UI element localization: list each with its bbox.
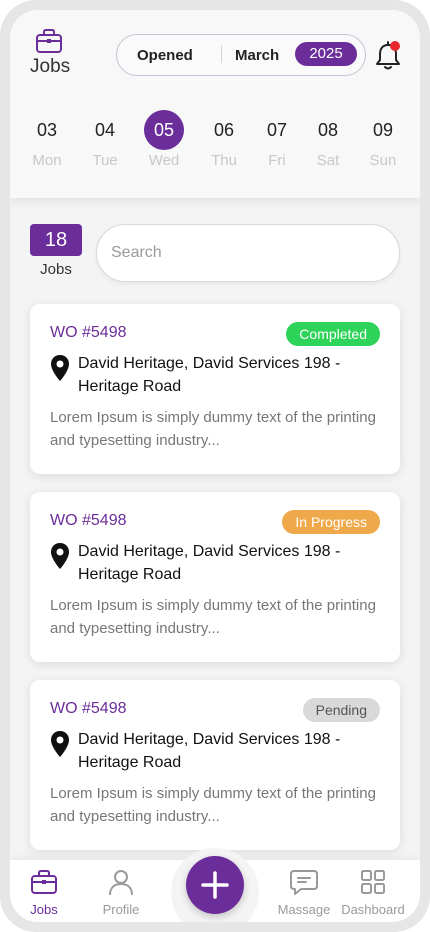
- phone-frame: Jobs Opened March 2025 03 Mon 04 Tue 05 …: [0, 0, 430, 932]
- calendar-day[interactable]: 06 Thu: [199, 110, 249, 169]
- calendar-day[interactable]: 04 Tue: [80, 110, 130, 169]
- nav-label: Jobs: [30, 902, 58, 917]
- page-title: Jobs: [30, 56, 71, 77]
- day-number: 05: [144, 110, 184, 150]
- status-filter[interactable]: Opened: [137, 47, 193, 64]
- day-number: 07: [266, 120, 288, 140]
- job-card[interactable]: WO #5498 Pending David Heritage, David S…: [30, 680, 400, 850]
- calendar-day[interactable]: 09 Sun: [358, 110, 408, 169]
- day-name: Mon: [32, 152, 62, 169]
- day-name: Tue: [92, 152, 118, 169]
- day-name: Sat: [316, 152, 340, 169]
- job-description: Lorem Ipsum is simply dummy text of the …: [50, 785, 376, 825]
- nav-item-jobs[interactable]: Jobs: [10, 860, 84, 922]
- day-number: 09: [372, 120, 394, 140]
- nav-label: Profile: [102, 902, 140, 917]
- job-card[interactable]: WO #5498 In Progress David Heritage, Dav…: [30, 492, 400, 662]
- location-pin-icon: [51, 731, 69, 757]
- user-icon: [109, 870, 133, 896]
- nav-item-dashboard[interactable]: Dashboard: [333, 860, 413, 922]
- day-name: Fri: [268, 152, 286, 169]
- job-address: David Heritage, David Services 198 - Her…: [78, 543, 341, 583]
- status-badge: In Progress: [282, 510, 380, 534]
- filter-divider: [221, 45, 222, 63]
- notification-dot: [390, 41, 400, 51]
- calendar-day[interactable]: 03 Mon: [22, 110, 72, 169]
- job-address: David Heritage, David Services 198 - Her…: [78, 731, 341, 771]
- job-card[interactable]: WO #5498 Completed David Heritage, David…: [30, 304, 400, 474]
- plus-icon: [201, 871, 229, 899]
- day-name: Wed: [148, 152, 180, 169]
- date-status-filter[interactable]: Opened March 2025: [116, 34, 366, 76]
- work-order-number: WO #5498: [50, 700, 127, 717]
- work-order-number: WO #5498: [50, 324, 127, 341]
- nav-label: Massage: [277, 902, 331, 917]
- day-number: 08: [317, 120, 339, 140]
- calendar-day[interactable]: 07 Fri: [252, 110, 302, 169]
- month-filter[interactable]: March: [235, 47, 279, 64]
- nav-item-profile[interactable]: Profile: [81, 860, 161, 922]
- job-address: David Heritage, David Services 198 - Her…: [78, 355, 341, 395]
- grid-icon: [361, 870, 385, 894]
- year-filter[interactable]: 2025: [295, 42, 357, 66]
- search-input[interactable]: [111, 239, 381, 267]
- day-name: Thu: [211, 152, 237, 169]
- app-screen: Jobs Opened March 2025 03 Mon 04 Tue 05 …: [10, 10, 420, 922]
- work-order-number: WO #5498: [50, 512, 127, 529]
- day-number: 04: [94, 120, 116, 140]
- job-description: Lorem Ipsum is simply dummy text of the …: [50, 597, 376, 637]
- calendar-day-selected[interactable]: 05 Wed: [139, 110, 189, 169]
- job-count-badge: 18: [30, 224, 82, 256]
- calendar-day[interactable]: 08 Sat: [303, 110, 353, 169]
- nav-item-massage[interactable]: Massage: [264, 860, 344, 922]
- location-pin-icon: [51, 543, 69, 569]
- day-name: Sun: [369, 152, 397, 169]
- day-number: 03: [36, 120, 58, 140]
- job-description: Lorem Ipsum is simply dummy text of the …: [50, 409, 376, 449]
- briefcase-icon: [36, 29, 62, 53]
- status-badge: Completed: [286, 322, 380, 346]
- add-job-button[interactable]: [186, 856, 244, 914]
- job-count-label: Jobs: [40, 261, 72, 278]
- briefcase-icon: [31, 870, 57, 894]
- nav-label: Dashboard: [341, 902, 405, 917]
- status-badge: Pending: [302, 698, 380, 722]
- day-number: 06: [213, 120, 235, 140]
- search-box[interactable]: [96, 224, 400, 282]
- header: Jobs Opened March 2025 03 Mon 04 Tue 05 …: [10, 10, 420, 198]
- location-pin-icon: [51, 355, 69, 381]
- chat-icon: [290, 870, 318, 895]
